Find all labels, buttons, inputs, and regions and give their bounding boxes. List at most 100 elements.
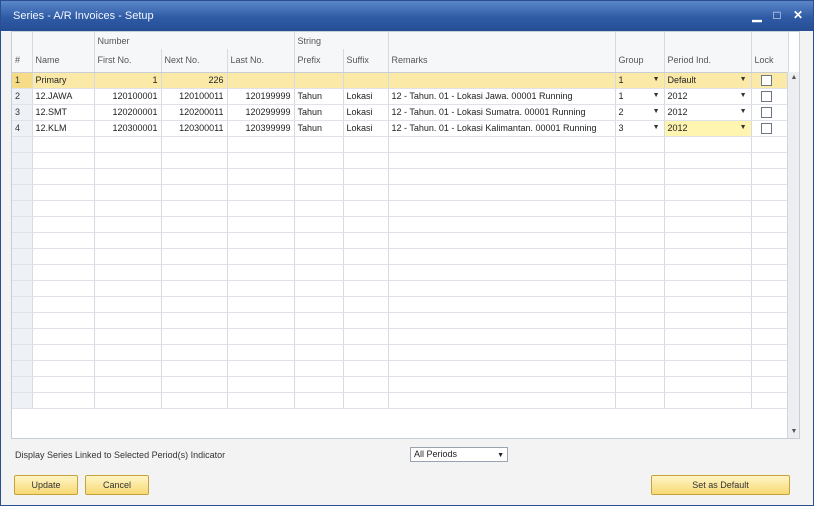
col-period-ind[interactable]: Period Ind. — [664, 49, 752, 73]
cell-lock[interactable] — [751, 232, 789, 249]
cell-period-ind[interactable] — [664, 184, 752, 201]
cell-prefix[interactable] — [294, 392, 344, 409]
cell-next-no[interactable] — [161, 376, 228, 393]
cell-period-ind[interactable]: 2012 ▼ — [664, 120, 752, 137]
cancel-button[interactable]: Cancel — [85, 475, 149, 495]
cell-remarks[interactable] — [388, 392, 616, 409]
cell-lock[interactable] — [751, 104, 789, 121]
table-row[interactable]: 2 12.JAWA 120100001 120100011 120199999 Tahun… — [12, 88, 789, 105]
cell-suffix[interactable] — [343, 184, 389, 201]
cell-lock[interactable] — [751, 168, 789, 185]
cell-last-no[interactable] — [227, 376, 295, 393]
empty-row[interactable] — [12, 328, 789, 345]
cell-name[interactable] — [32, 232, 95, 249]
cell-remarks[interactable] — [388, 376, 616, 393]
cell-remarks[interactable] — [388, 136, 616, 153]
cell-last-no[interactable] — [227, 392, 295, 409]
cell-next-no[interactable] — [161, 232, 228, 249]
cell-last-no[interactable] — [227, 152, 295, 169]
cell-group[interactable] — [615, 232, 665, 249]
empty-row[interactable] — [12, 184, 789, 201]
cell-period-ind[interactable] — [664, 168, 752, 185]
empty-row[interactable] — [12, 136, 789, 153]
cell-name[interactable] — [32, 312, 95, 329]
cell-first-no[interactable]: 120300001 — [94, 120, 162, 137]
cell-last-no[interactable]: 120299999 — [227, 104, 295, 121]
minimize-icon[interactable]: ▁ — [749, 8, 765, 23]
cell-period-ind[interactable] — [664, 152, 752, 169]
cell-name[interactable] — [32, 296, 95, 313]
cell-first-no[interactable] — [94, 280, 162, 297]
cell-lock[interactable] — [751, 248, 789, 265]
cell-prefix[interactable] — [294, 280, 344, 297]
cell-suffix[interactable]: Lokasi — [343, 120, 389, 137]
cell-prefix[interactable] — [294, 312, 344, 329]
cell-group[interactable] — [615, 280, 665, 297]
empty-row[interactable] — [12, 360, 789, 377]
cell-first-no[interactable] — [94, 168, 162, 185]
cell-name[interactable] — [32, 136, 95, 153]
cell-prefix[interactable]: Tahun — [294, 88, 344, 105]
cell-group[interactable] — [615, 392, 665, 409]
cell-group[interactable]: 3 ▼ — [615, 120, 665, 137]
cell-last-no[interactable]: 120199999 — [227, 88, 295, 105]
cell-first-no[interactable] — [94, 264, 162, 281]
cell-lock[interactable] — [751, 360, 789, 377]
cell-next-no[interactable] — [161, 200, 228, 217]
cell-lock[interactable] — [751, 184, 789, 201]
cell-next-no[interactable]: 120200011 — [161, 104, 228, 121]
cell-period-ind[interactable] — [664, 360, 752, 377]
col-index[interactable]: # — [12, 49, 33, 73]
cell-name[interactable] — [32, 264, 95, 281]
cell-suffix[interactable] — [343, 280, 389, 297]
cell-period-ind[interactable] — [664, 344, 752, 361]
cell-suffix[interactable] — [343, 232, 389, 249]
cell-group[interactable] — [615, 184, 665, 201]
cell-remarks[interactable] — [388, 344, 616, 361]
cell-prefix[interactable] — [294, 184, 344, 201]
cell-next-no[interactable] — [161, 280, 228, 297]
cell-period-ind[interactable] — [664, 312, 752, 329]
cell-prefix[interactable] — [294, 360, 344, 377]
cell-last-no[interactable] — [227, 328, 295, 345]
empty-row[interactable] — [12, 376, 789, 393]
cell-lock[interactable] — [751, 72, 789, 89]
cell-remarks[interactable] — [388, 168, 616, 185]
cell-prefix[interactable] — [294, 296, 344, 313]
col-prefix[interactable]: Prefix — [294, 49, 344, 73]
cell-lock[interactable] — [751, 136, 789, 153]
cell-last-no[interactable] — [227, 184, 295, 201]
scroll-up-icon[interactable]: ▲ — [788, 72, 799, 84]
lock-checkbox[interactable] — [760, 122, 772, 134]
cell-first-no[interactable] — [94, 344, 162, 361]
cell-next-no[interactable]: 120100011 — [161, 88, 228, 105]
title-bar[interactable]: Series - A/R Invoices - Setup ▁ □ ✕ — [1, 1, 813, 31]
chevron-down-icon[interactable]: ▼ — [740, 124, 747, 131]
cell-name[interactable] — [32, 248, 95, 265]
empty-row[interactable] — [12, 264, 789, 281]
lock-checkbox[interactable] — [760, 106, 772, 118]
cell-group[interactable] — [615, 136, 665, 153]
table-row[interactable]: 3 12.SMT 120200001 120200011 120299999 Tahun L… — [12, 104, 789, 121]
cell-suffix[interactable] — [343, 248, 389, 265]
cell-first-no[interactable]: 120200001 — [94, 104, 162, 121]
cell-name[interactable]: 12.SMT — [32, 104, 95, 121]
cell-prefix[interactable] — [294, 344, 344, 361]
cell-name[interactable] — [32, 152, 95, 169]
empty-row[interactable] — [12, 392, 789, 409]
cell-last-no[interactable] — [227, 312, 295, 329]
cell-first-no[interactable] — [94, 184, 162, 201]
cell-remarks[interactable] — [388, 72, 616, 89]
cell-lock[interactable] — [751, 280, 789, 297]
cell-suffix[interactable] — [343, 296, 389, 313]
cell-period-ind[interactable] — [664, 376, 752, 393]
lock-checkbox[interactable] — [760, 74, 772, 86]
cell-lock[interactable] — [751, 376, 789, 393]
cell-prefix[interactable] — [294, 200, 344, 217]
cell-last-no[interactable] — [227, 360, 295, 377]
cell-prefix[interactable] — [294, 216, 344, 233]
empty-row[interactable] — [12, 296, 789, 313]
cell-name[interactable] — [32, 360, 95, 377]
cell-period-ind[interactable]: Default ▼ — [664, 72, 752, 89]
cell-first-no[interactable] — [94, 360, 162, 377]
